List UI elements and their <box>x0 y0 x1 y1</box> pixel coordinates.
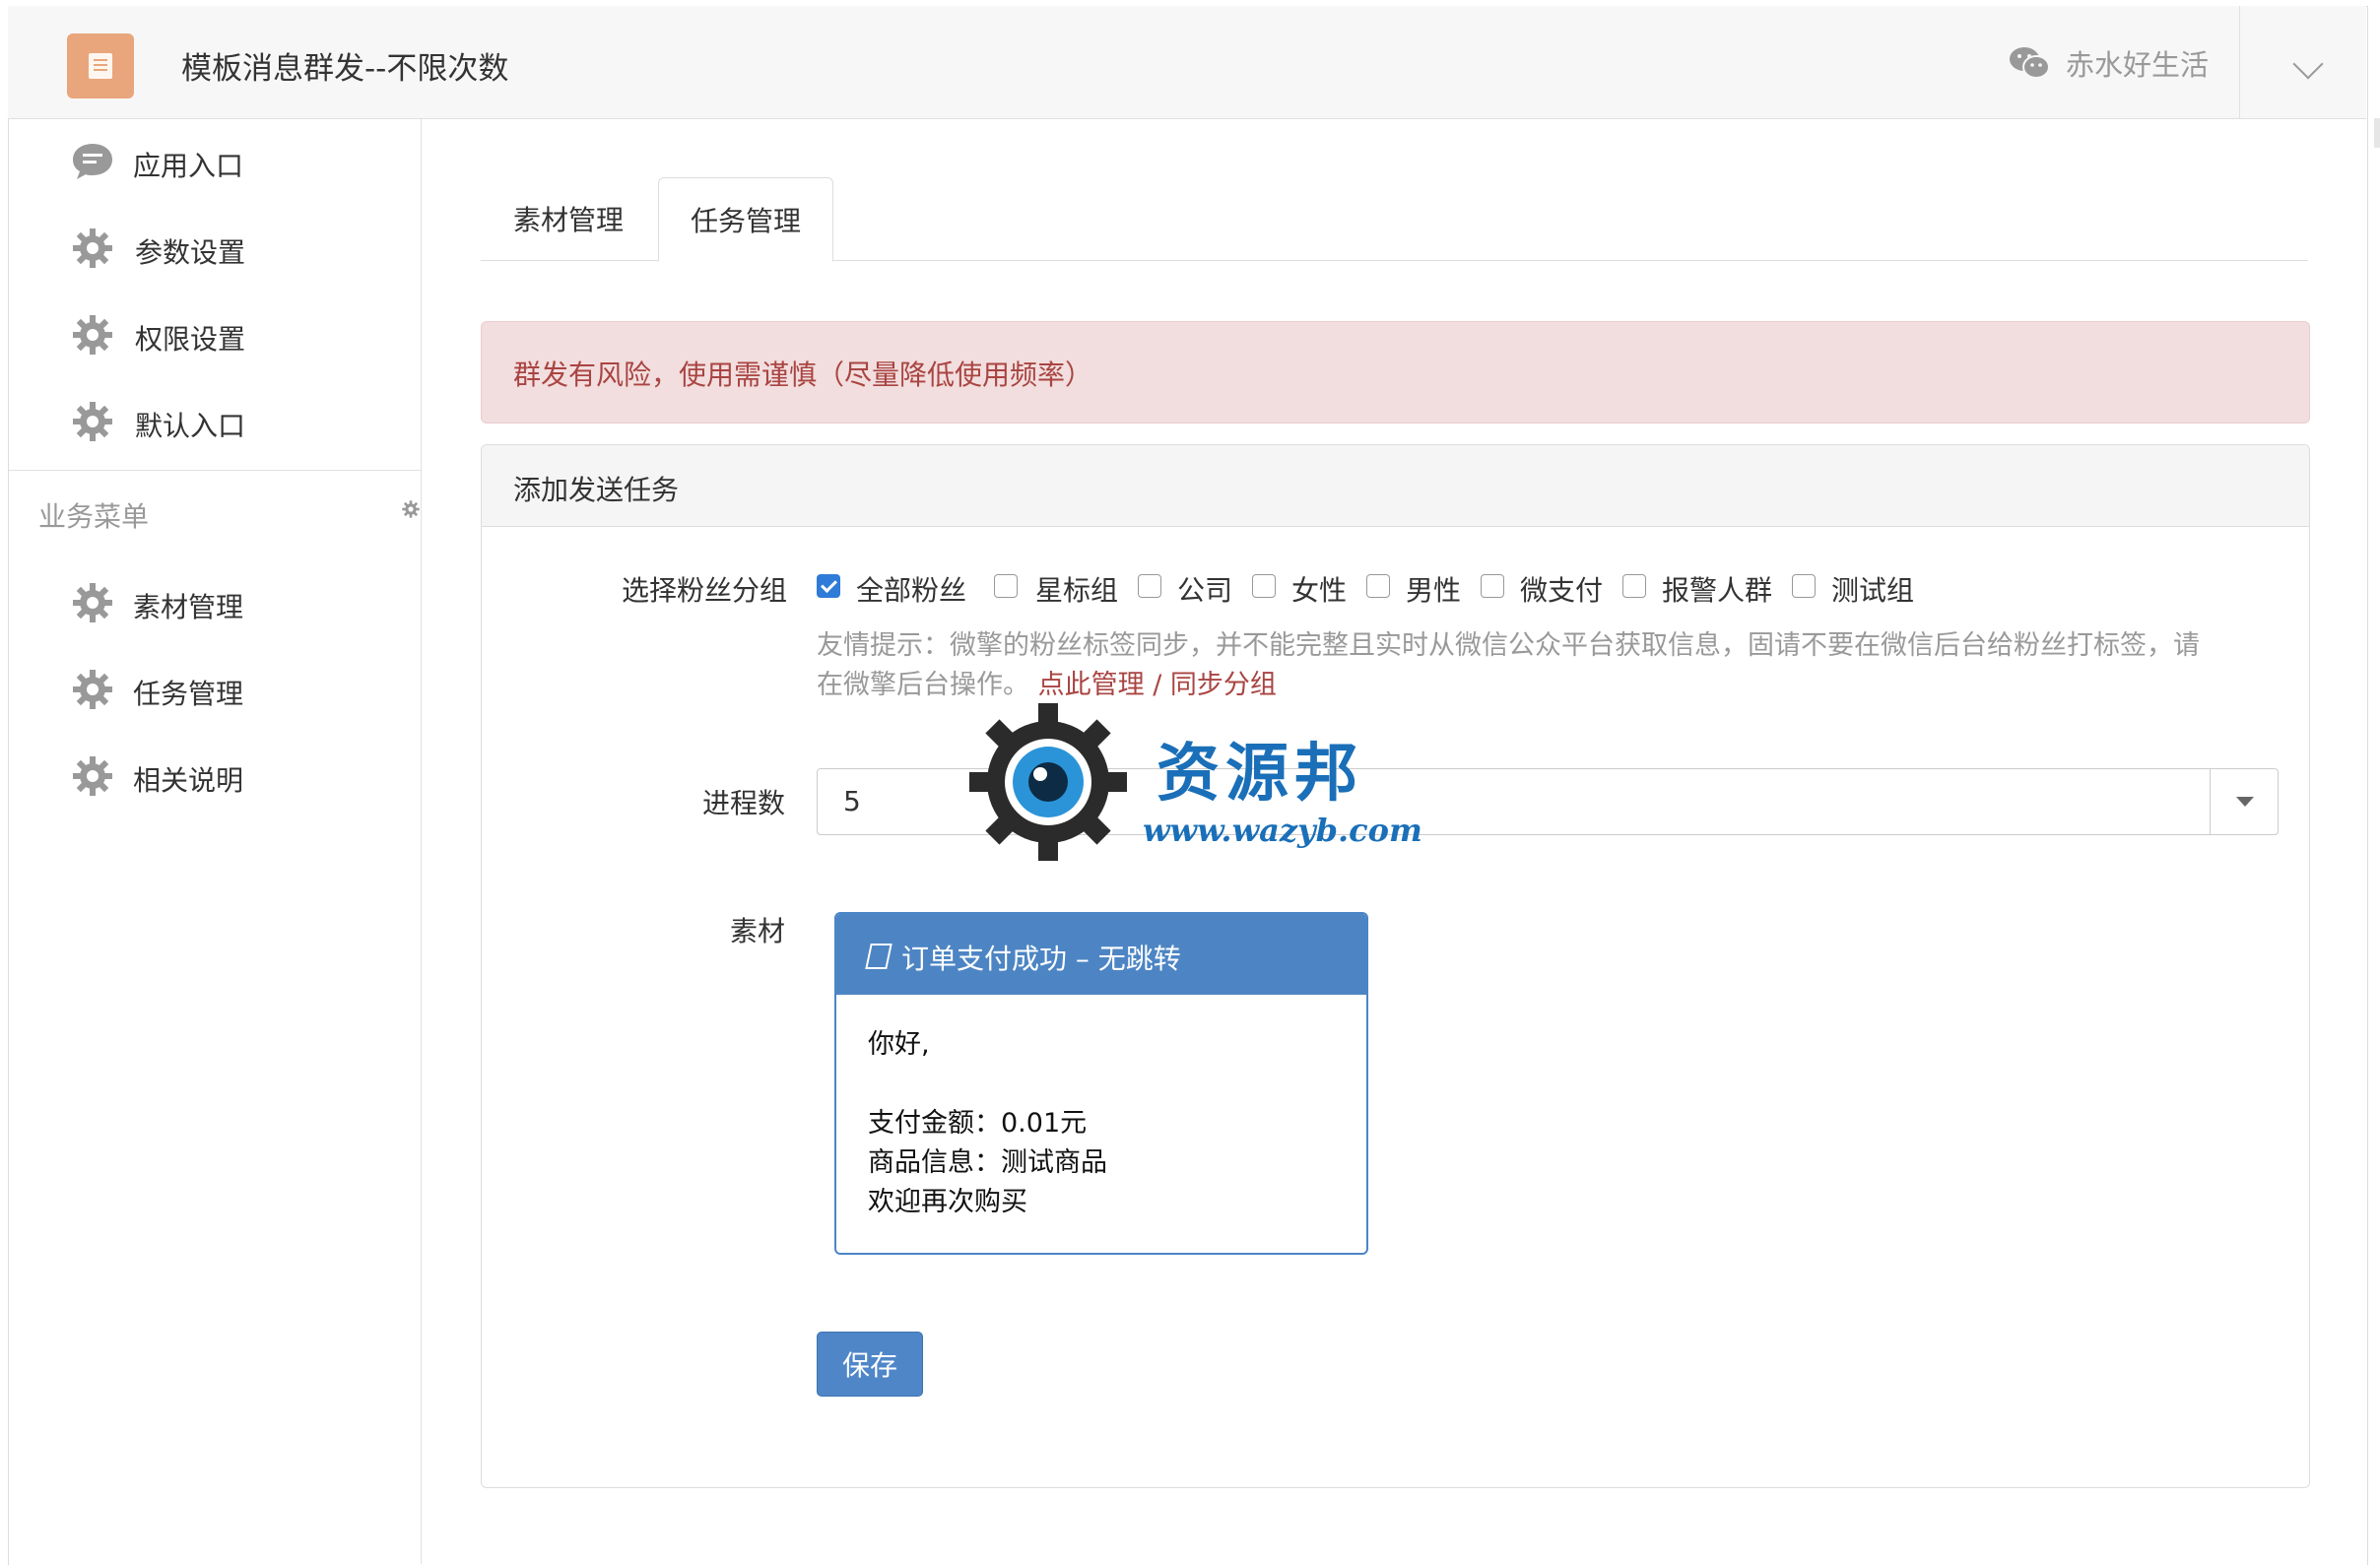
sidebar-item-materials[interactable]: 素材管理 <box>9 564 421 643</box>
checkbox-star-group[interactable] <box>994 574 1018 598</box>
add-task-panel: 添加发送任务 选择粉丝分组 全部粉丝 星标组 公司 女性 男性 微支付 报警人群… <box>481 444 2310 1488</box>
app-header: 模板消息群发--不限次数 赤水好生活 <box>8 6 2366 119</box>
material-line: 支付金额：0.01元 <box>868 1108 1088 1139</box>
scrollbar[interactable] <box>2374 118 2380 148</box>
checkbox-company[interactable] <box>1138 574 1161 598</box>
sidebar-item-params[interactable]: 参数设置 <box>9 210 421 289</box>
gear-icon[interactable] <box>401 499 421 519</box>
checkbox-label: 公司 <box>1177 574 1233 607</box>
gear-icon <box>73 315 112 355</box>
checkbox-all-fans[interactable] <box>817 574 840 598</box>
hint-line: 在微擎后台操作。 <box>817 670 1029 700</box>
tab-bar: 素材管理 任务管理 <box>481 177 2308 262</box>
sidebar-item-label: 默认入口 <box>135 410 246 442</box>
sidebar-item-tasks[interactable]: 任务管理 <box>9 651 421 730</box>
sidebar: 应用入口 参数设置 权限设置 默认入口 业务菜单 素材管理 任务管理 相关说明 <box>9 119 422 1564</box>
hint-line-2: 在微擎后台操作。 点此管理 / 同步分组 <box>817 666 2265 705</box>
link-separator: / <box>1153 670 1162 700</box>
checkbox-label: 全部粉丝 <box>856 574 967 607</box>
sidebar-section-title: 业务菜单 <box>38 500 150 533</box>
gear-icon <box>73 228 112 268</box>
sidebar-item-default-entry[interactable]: 默认入口 <box>9 383 421 462</box>
material-line: 欢迎再次购买 <box>868 1187 1027 1217</box>
material-card[interactable]: 订单支付成功 – 无跳转 你好, 支付金额：0.01元 商品信息：测试商品 欢迎… <box>834 912 1368 1255</box>
risk-alert: 群发有风险，使用需谨慎（尽量降低使用频率） <box>481 321 2310 424</box>
checkbox-male[interactable] <box>1366 574 1390 598</box>
sidebar-item-label: 素材管理 <box>133 591 244 623</box>
app-title: 模板消息群发--不限次数 <box>181 51 509 87</box>
chat-bubble-icon <box>73 144 112 179</box>
panel-header: 添加发送任务 <box>482 445 2309 527</box>
tab-materials[interactable]: 素材管理 <box>481 177 656 260</box>
checkbox-female[interactable] <box>1252 574 1276 598</box>
checkbox-micropay[interactable] <box>1481 574 1504 598</box>
hint-line: 友情提示：微擎的粉丝标签同步，并不能完整且实时从微信公众平台获取信息，固请不要在… <box>817 630 2200 661</box>
sidebar-divider <box>9 470 421 471</box>
save-button[interactable]: 保存 <box>817 1332 923 1397</box>
wechat-icon <box>2009 47 2050 79</box>
sidebar-item-notes[interactable]: 相关说明 <box>9 738 421 816</box>
material-card-title: 订单支付成功 – 无跳转 <box>901 943 1181 975</box>
checkbox-alarm-group[interactable] <box>1622 574 1646 598</box>
watermark-text: 资源邦 <box>1157 737 1363 811</box>
panel-title: 添加发送任务 <box>513 474 680 506</box>
checkbox-label: 女性 <box>1291 574 1348 607</box>
header-divider <box>2239 6 2240 118</box>
app-icon <box>67 33 134 98</box>
select-separator <box>2210 769 2211 834</box>
material-line: 商品信息：测试商品 <box>868 1147 1107 1178</box>
gear-icon <box>73 402 112 441</box>
sidebar-item-app-entry[interactable]: 应用入口 <box>9 123 421 202</box>
checkbox-label: 星标组 <box>1035 574 1119 607</box>
manage-link[interactable]: 点此管理 <box>1038 670 1145 700</box>
gear-icon <box>73 670 112 709</box>
sidebar-item-label: 任务管理 <box>133 678 244 710</box>
watermark: 资源邦 www.wazyb.com <box>969 703 1422 861</box>
material-line: 你好, <box>868 1029 930 1060</box>
caret-down-icon <box>2236 797 2254 807</box>
checkbox-test-group[interactable] <box>1792 574 1816 598</box>
process-label: 进程数 <box>702 787 786 819</box>
material-card-header: 订单支付成功 – 无跳转 <box>836 914 1366 995</box>
sidebar-item-label: 参数设置 <box>135 236 246 269</box>
sync-groups-link[interactable]: 同步分组 <box>1170 670 1277 700</box>
account-name: 赤水好生活 <box>2065 48 2209 82</box>
checkbox-label: 报警人群 <box>1662 574 1773 607</box>
sidebar-item-permissions[interactable]: 权限设置 <box>9 296 421 375</box>
checkbox-label: 微支付 <box>1520 574 1604 607</box>
account-switcher[interactable]: 赤水好生活 <box>2009 45 2209 82</box>
select-value: 5 <box>843 785 861 817</box>
watermark-url: www.wazyb.com <box>1143 812 1422 849</box>
book-icon <box>865 944 892 969</box>
gear-icon <box>73 756 112 796</box>
alert-text: 群发有风险，使用需谨慎（尽量降低使用频率） <box>513 359 1093 391</box>
document-icon <box>89 53 112 79</box>
fans-group-label: 选择粉丝分组 <box>622 574 788 607</box>
sync-hint: 友情提示：微擎的粉丝标签同步，并不能完整且实时从微信公众平台获取信息，固请不要在… <box>817 626 2265 705</box>
tab-tasks[interactable]: 任务管理 <box>658 177 833 262</box>
sidebar-item-label: 应用入口 <box>133 150 244 182</box>
checkbox-label: 测试组 <box>1831 574 1915 607</box>
chevron-down-icon[interactable] <box>2292 48 2324 80</box>
watermark-gear-logo <box>969 703 1127 861</box>
checkbox-label: 男性 <box>1406 574 1462 607</box>
sidebar-item-label: 相关说明 <box>133 764 244 797</box>
material-label: 素材 <box>730 915 786 947</box>
gear-icon <box>73 583 112 622</box>
sidebar-item-label: 权限设置 <box>135 323 246 356</box>
